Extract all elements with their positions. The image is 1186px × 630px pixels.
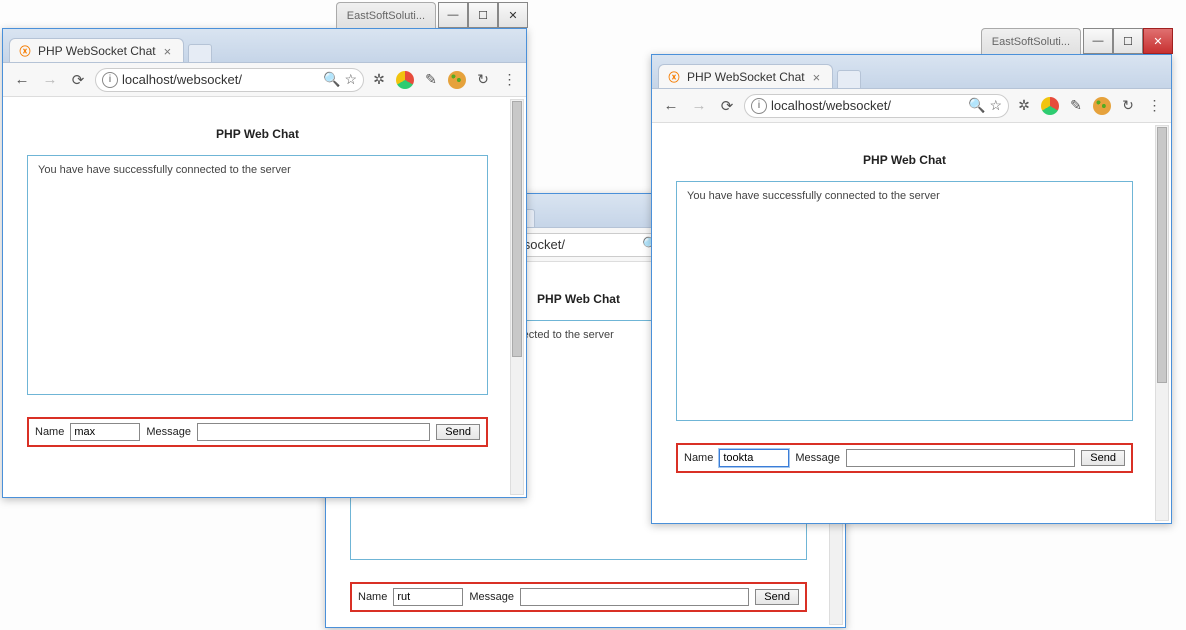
- vertical-scrollbar[interactable]: [1155, 125, 1169, 521]
- message-input[interactable]: [197, 423, 430, 441]
- sync-extension-icon[interactable]: ↻: [474, 71, 492, 89]
- color-circle-extension-icon[interactable]: [396, 71, 414, 89]
- page-content: PHP Web Chat You have have successfully …: [3, 97, 526, 497]
- chat-log: You have have successfully connected to …: [27, 155, 488, 395]
- minimize-button[interactable]: —: [438, 2, 468, 28]
- page-title: PHP Web Chat: [27, 127, 488, 141]
- name-label: Name: [358, 591, 387, 603]
- bookmark-star-icon[interactable]: ☆: [344, 71, 357, 88]
- message-input[interactable]: [520, 588, 749, 606]
- tab-active[interactable]: ⓧ PHP WebSocket Chat ×: [9, 38, 184, 62]
- connected-message: You have have successfully connected to …: [38, 164, 291, 176]
- scrollbar-thumb[interactable]: [1157, 127, 1167, 383]
- connected-message: You have have successfully connected to …: [687, 190, 940, 202]
- extension-icons: ✲ ✎ ↻ ⋮: [1015, 97, 1163, 115]
- menu-button[interactable]: ⋮: [500, 71, 518, 89]
- chat-form: Name Message Send: [27, 417, 488, 447]
- message-label: Message: [146, 426, 191, 438]
- message-input[interactable]: [846, 449, 1075, 467]
- chat-log: You have have successfully connected to …: [676, 181, 1133, 421]
- message-label: Message: [469, 591, 514, 603]
- tab-active[interactable]: ⓧ PHP WebSocket Chat ×: [658, 64, 833, 88]
- cookie-extension-icon[interactable]: [448, 71, 466, 89]
- message-label: Message: [795, 452, 840, 464]
- tab-strip: ⓧ PHP WebSocket Chat ×: [652, 55, 1171, 89]
- chat-form: Name Message Send: [676, 443, 1133, 473]
- bookmark-star-icon[interactable]: ☆: [989, 97, 1002, 114]
- vertical-scrollbar[interactable]: [510, 99, 524, 495]
- tab-title: PHP WebSocket Chat: [687, 70, 805, 84]
- minimize-button[interactable]: —: [1083, 28, 1113, 54]
- page-content: PHP Web Chat You have have successfully …: [652, 123, 1171, 523]
- url-text: localhost/websocket/: [122, 72, 319, 87]
- site-info-icon[interactable]: i: [751, 98, 767, 114]
- window-app-name: EastSoftSoluti...: [981, 28, 1081, 54]
- name-label: Name: [35, 426, 64, 438]
- zoom-icon[interactable]: 🔍: [323, 71, 340, 88]
- address-bar[interactable]: i localhost/websocket/ 🔍 ☆: [744, 94, 1009, 118]
- send-button[interactable]: Send: [436, 424, 480, 440]
- color-circle-extension-icon[interactable]: [1041, 97, 1059, 115]
- name-input[interactable]: [393, 588, 463, 606]
- reload-button[interactable]: ⟳: [716, 95, 738, 117]
- tab-title: PHP WebSocket Chat: [38, 44, 156, 58]
- window-titlebar: EastSoftSoluti... — ☐ ✕: [981, 28, 1173, 54]
- maximize-button[interactable]: ☐: [1113, 28, 1143, 54]
- window-controls: — ☐ ✕: [1083, 28, 1173, 54]
- send-button[interactable]: Send: [755, 589, 799, 605]
- extension-icons: ✲ ✎ ↻ ⋮: [370, 71, 518, 89]
- browser-toolbar: ← → ⟳ i localhost/websocket/ 🔍 ☆ ✲ ✎ ↻ ⋮: [3, 63, 526, 97]
- bug-extension-icon[interactable]: ✲: [370, 71, 388, 89]
- browser-window-1: EastSoftSoluti... — ☐ ✕ ⓧ PHP WebSocket …: [2, 28, 527, 498]
- pencil-extension-icon[interactable]: ✎: [422, 71, 440, 89]
- close-button[interactable]: ✕: [1143, 28, 1173, 54]
- close-button[interactable]: ✕: [498, 2, 528, 28]
- tab-close-icon[interactable]: ×: [162, 45, 174, 58]
- bug-extension-icon[interactable]: ✲: [1015, 97, 1033, 115]
- back-button[interactable]: ←: [11, 69, 33, 91]
- new-tab-button[interactable]: [188, 44, 212, 62]
- site-info-icon[interactable]: i: [102, 72, 118, 88]
- zoom-icon[interactable]: 🔍: [968, 97, 985, 114]
- forward-button[interactable]: →: [688, 95, 710, 117]
- name-input[interactable]: [70, 423, 140, 441]
- name-label: Name: [684, 452, 713, 464]
- browser-toolbar: ← → ⟳ i localhost/websocket/ 🔍 ☆ ✲ ✎ ↻ ⋮: [652, 89, 1171, 123]
- url-text: localhost/websocket/: [771, 98, 964, 113]
- xampp-favicon-icon: ⓧ: [18, 44, 32, 58]
- forward-button[interactable]: →: [39, 69, 61, 91]
- tab-close-icon[interactable]: ×: [811, 71, 823, 84]
- address-bar[interactable]: i localhost/websocket/ 🔍 ☆: [95, 68, 364, 92]
- window-titlebar: EastSoftSoluti... — ☐ ✕: [336, 2, 528, 28]
- window-app-name: EastSoftSoluti...: [336, 2, 436, 28]
- send-button[interactable]: Send: [1081, 450, 1125, 466]
- browser-window-3: EastSoftSoluti... — ☐ ✕ ⓧ PHP WebSocket …: [651, 54, 1172, 524]
- cookie-extension-icon[interactable]: [1093, 97, 1111, 115]
- sync-extension-icon[interactable]: ↻: [1119, 97, 1137, 115]
- back-button[interactable]: ←: [660, 95, 682, 117]
- name-input[interactable]: [719, 449, 789, 467]
- new-tab-button[interactable]: [837, 70, 861, 88]
- page-title: PHP Web Chat: [676, 153, 1133, 167]
- tab-strip: ⓧ PHP WebSocket Chat ×: [3, 29, 526, 63]
- pencil-extension-icon[interactable]: ✎: [1067, 97, 1085, 115]
- window-controls: — ☐ ✕: [438, 2, 528, 28]
- xampp-favicon-icon: ⓧ: [667, 70, 681, 84]
- chat-form: Name Message Send: [350, 582, 807, 612]
- scrollbar-thumb[interactable]: [512, 101, 522, 357]
- reload-button[interactable]: ⟳: [67, 69, 89, 91]
- menu-button[interactable]: ⋮: [1145, 97, 1163, 115]
- maximize-button[interactable]: ☐: [468, 2, 498, 28]
